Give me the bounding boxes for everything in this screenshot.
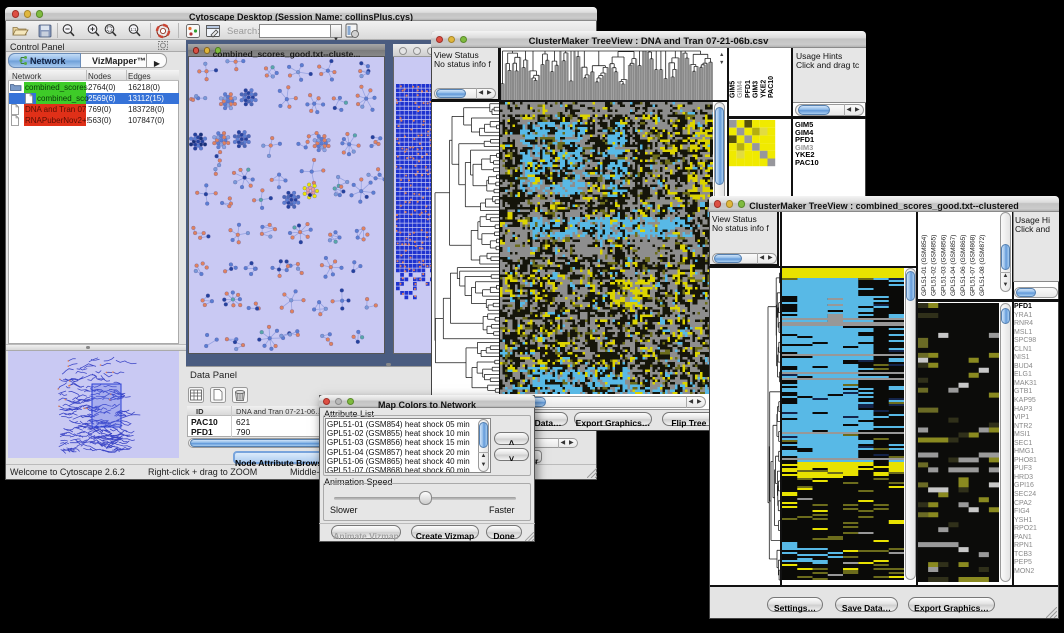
- svg-text:GPL51-04 (GSM857): GPL51-04 (GSM857): [950, 235, 957, 296]
- svg-text:YKE2: YKE2: [760, 80, 767, 98]
- svg-text:GPL51-01 (GSM854): GPL51-01 (GSM854): [921, 235, 928, 296]
- svg-text:GIM4: GIM4: [737, 81, 744, 98]
- svg-text:1:1: 1:1: [130, 27, 137, 32]
- svg-text:PFD1: PFD1: [745, 80, 752, 98]
- svg-text:PAC10: PAC10: [768, 76, 775, 98]
- svg-text:GIM5: GIM5: [730, 81, 737, 98]
- svg-text:GIM3: GIM3: [753, 81, 760, 98]
- svg-text:GPL51-07 (GSM868): GPL51-07 (GSM868): [970, 235, 977, 296]
- svg-text:GPL51-03 (GSM856): GPL51-03 (GSM856): [940, 235, 947, 296]
- svg-text:GPL51-02 (GSM855): GPL51-02 (GSM855): [931, 235, 938, 296]
- svg-text:GPL51-08 (GSM872): GPL51-08 (GSM872): [979, 235, 986, 296]
- svg-text:GPL51-06 (GSM865): GPL51-06 (GSM865): [960, 235, 967, 296]
